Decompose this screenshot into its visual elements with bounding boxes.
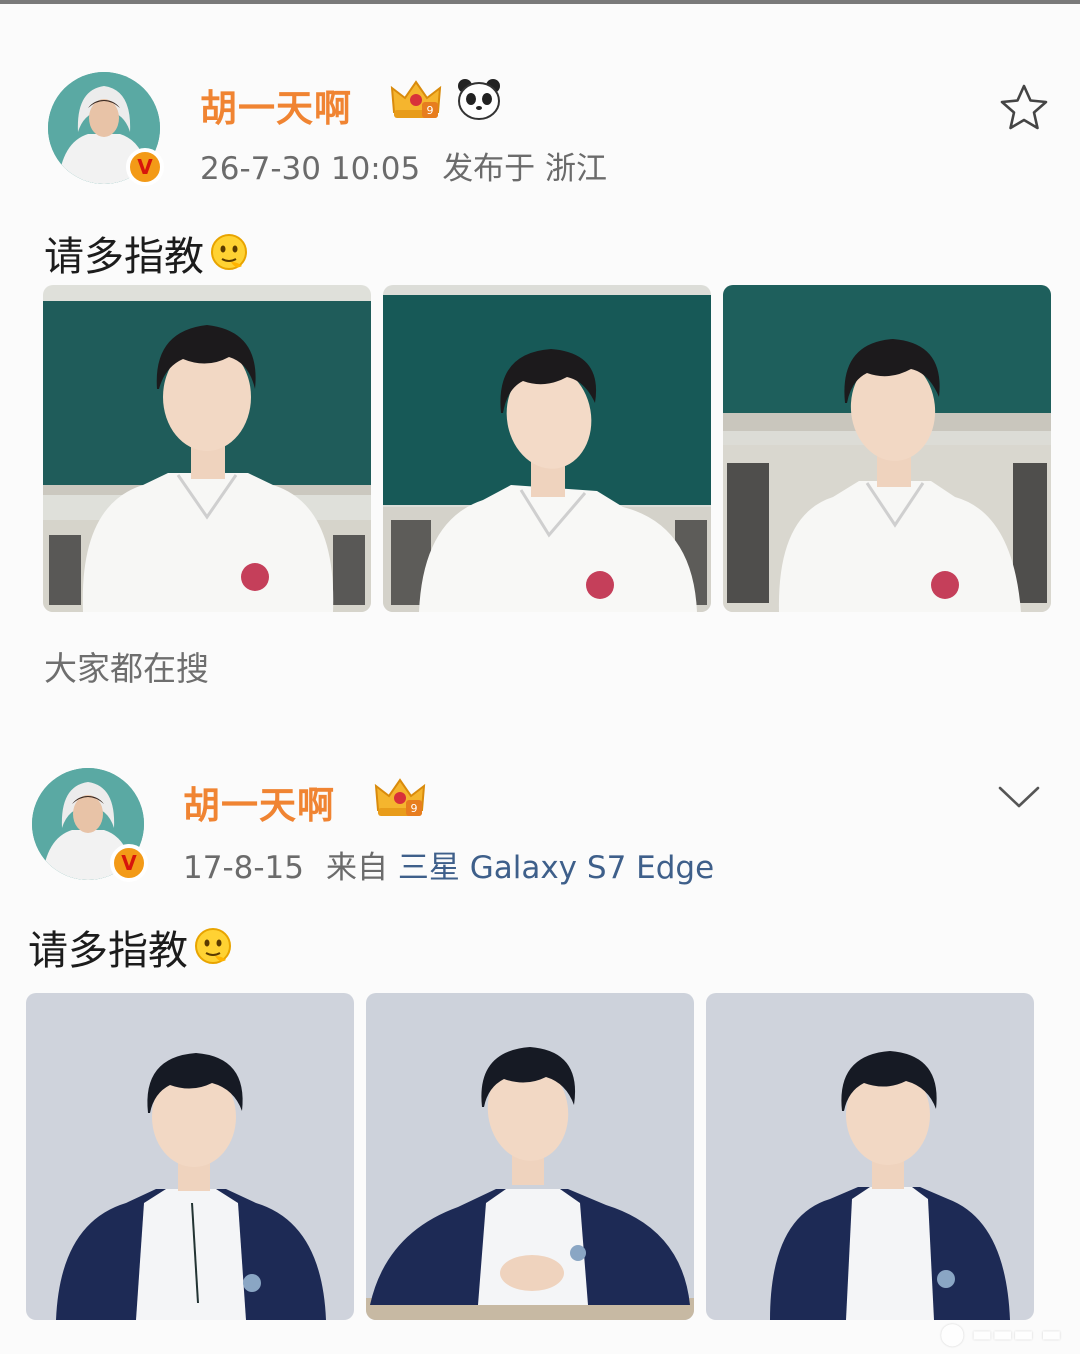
source-prefix: 来自 xyxy=(326,850,388,886)
smile-emoji-icon xyxy=(211,234,247,270)
post-photo[interactable] xyxy=(43,285,371,612)
weibo-post-2: V 胡一天啊 9 17-8-15 来自 三星 Galaxy S7 Edge 请多指… xyxy=(0,720,1080,1354)
post-text: 请多指教 xyxy=(28,928,188,974)
post-content: 请多指教 xyxy=(44,224,250,282)
post-text: 请多指教 xyxy=(44,234,204,280)
svg-text:9: 9 xyxy=(411,802,418,815)
post-timestamp: 17-8-15 xyxy=(183,850,304,886)
watermark: ⬤ ▬▬▬ ▬ xyxy=(940,1322,1062,1347)
username[interactable]: 胡一天啊 xyxy=(183,775,335,829)
star-outline-icon[interactable] xyxy=(998,82,1050,134)
post-timestamp: 26-7-30 10:05 xyxy=(200,151,421,187)
post-meta: 17-8-15 来自 三星 Galaxy S7 Edge xyxy=(183,842,714,887)
verified-badge: V xyxy=(126,148,164,186)
post-meta: 26-7-30 10:05 发布于 浙江 xyxy=(200,143,607,188)
vip-crown-icon: 9 xyxy=(374,778,426,816)
post-photo[interactable] xyxy=(723,285,1051,612)
vip-crown-icon: 9 xyxy=(390,80,442,118)
chevron-down-icon[interactable] xyxy=(997,784,1041,810)
post-location: 浙江 xyxy=(545,151,608,187)
post-photo[interactable] xyxy=(366,993,694,1320)
panda-icon xyxy=(458,79,500,120)
weibo-post-1: V 胡一天啊 9 26-7-30 10:05 发布于 浙江 请多指教 大家都在搜 xyxy=(0,0,1080,720)
verified-badge: V xyxy=(110,844,148,882)
device-source-link[interactable]: 三星 Galaxy S7 Edge xyxy=(398,850,714,886)
smile-emoji-icon xyxy=(195,928,231,964)
post-photo[interactable] xyxy=(706,993,1034,1320)
svg-text:9: 9 xyxy=(427,104,434,117)
username[interactable]: 胡一天啊 xyxy=(200,78,352,132)
post-photo[interactable] xyxy=(383,285,711,612)
location-prefix: 发布于 xyxy=(442,151,536,187)
post-content: 请多指教 xyxy=(28,918,234,976)
trending-search-hint[interactable]: 大家都在搜 xyxy=(44,642,209,690)
post-photo[interactable] xyxy=(26,993,354,1320)
